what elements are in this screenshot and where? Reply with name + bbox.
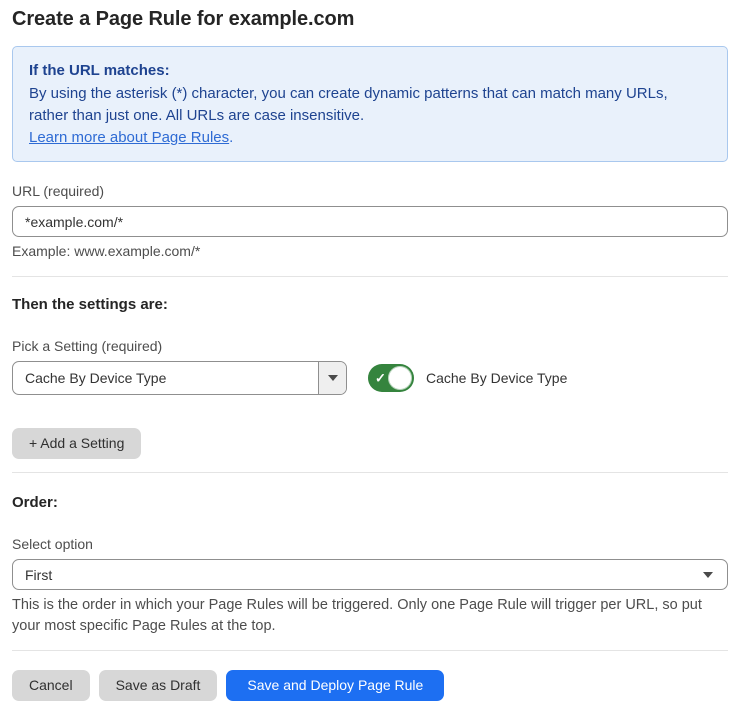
toggle-knob	[388, 366, 412, 390]
order-select-value: First	[13, 560, 727, 589]
learn-more-link[interactable]: Learn more about Page Rules	[29, 129, 229, 146]
divider	[12, 650, 728, 651]
check-icon: ✓	[375, 372, 386, 385]
setting-picker-value: Cache By Device Type	[13, 362, 318, 394]
order-select-dropdown[interactable]: First	[12, 559, 728, 590]
divider	[12, 276, 728, 277]
setting-picker-dropdown[interactable]: Cache By Device Type	[12, 361, 347, 395]
url-match-info-box: If the URL matches: By using the asteris…	[12, 46, 728, 162]
page-title: Create a Page Rule for example.com	[12, 8, 728, 31]
url-input[interactable]	[12, 206, 728, 237]
caret-down-icon	[328, 375, 338, 381]
dropdown-cap	[318, 362, 346, 394]
cancel-button[interactable]: Cancel	[12, 670, 90, 701]
cache-by-device-type-toggle[interactable]: ✓	[368, 364, 414, 392]
url-example-hint: Example: www.example.com/*	[12, 243, 728, 259]
order-select-label: Select option	[12, 536, 728, 552]
toggle-label: Cache By Device Type	[426, 370, 567, 386]
order-help-text: This is the order in which your Page Rul…	[12, 595, 728, 637]
url-field-label: URL (required)	[12, 183, 728, 199]
save-and-deploy-button[interactable]: Save and Deploy Page Rule	[226, 670, 444, 701]
add-setting-button[interactable]: + Add a Setting	[12, 428, 141, 459]
info-box-heading: If the URL matches:	[29, 60, 711, 82]
settings-section-heading: Then the settings are:	[12, 296, 728, 314]
info-box-body: By using the asterisk (*) character, you…	[29, 83, 689, 127]
create-page-rule-panel: Create a Page Rule for example.com If th…	[0, 0, 750, 725]
setting-row: Cache By Device Type ✓ Cache By Device T…	[12, 361, 728, 395]
pick-setting-label: Pick a Setting (required)	[12, 338, 728, 354]
order-section-heading: Order:	[12, 494, 728, 512]
caret-down-icon	[703, 572, 713, 578]
link-suffix: .	[229, 129, 233, 146]
info-box-link-line: Learn more about Page Rules.	[29, 127, 689, 149]
divider	[12, 472, 728, 473]
footer-actions: Cancel Save as Draft Save and Deploy Pag…	[12, 670, 728, 701]
save-as-draft-button[interactable]: Save as Draft	[99, 670, 218, 701]
